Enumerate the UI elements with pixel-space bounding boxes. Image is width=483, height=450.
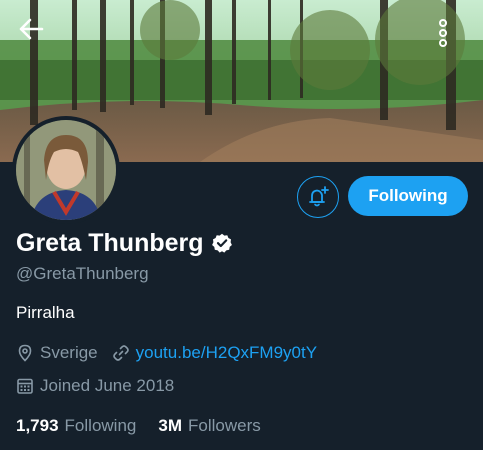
calendar-icon (16, 377, 34, 395)
back-button[interactable] (18, 18, 52, 52)
follow-stats: 1,793 Following 3M Followers (16, 416, 283, 436)
name-row: Greta Thunberg (16, 228, 232, 258)
profile-handle: @GretaThunberg (16, 264, 149, 283)
profile-bio: Pirralha (16, 303, 75, 322)
following-button[interactable]: Following (348, 176, 468, 216)
location-website-row: Sverige youtu.be/H2QxFM9y0tY (16, 343, 317, 363)
following-label: Following (64, 416, 137, 435)
back-arrow-icon (19, 18, 44, 40)
notifications-toggle-button[interactable] (297, 176, 339, 218)
following-stat-link[interactable]: 1,793 Following (16, 416, 136, 436)
more-vertical-icon (439, 19, 447, 47)
profile-website-link[interactable]: youtu.be/H2QxFM9y0tY (136, 343, 317, 363)
followers-stat-link[interactable]: 3M Followers (158, 416, 260, 436)
followers-label: Followers (187, 416, 261, 435)
following-count: 1,793 (16, 416, 59, 435)
notification-bell-plus-icon (309, 186, 329, 207)
more-options-button[interactable] (437, 18, 465, 58)
profile-location: Sverige (40, 343, 98, 362)
location-pin-icon (16, 344, 34, 362)
verified-badge-icon (211, 233, 232, 253)
avatar-image (16, 120, 116, 220)
profile-screen: Following Greta Thunberg @GretaThunberg … (0, 0, 483, 450)
followers-count: 3M (158, 416, 182, 435)
link-icon (112, 344, 130, 362)
joined-row: Joined June 2018 (16, 376, 174, 396)
avatar[interactable] (12, 116, 120, 224)
profile-joined-date: Joined June 2018 (40, 376, 175, 395)
display-name: Greta Thunberg (16, 229, 204, 257)
